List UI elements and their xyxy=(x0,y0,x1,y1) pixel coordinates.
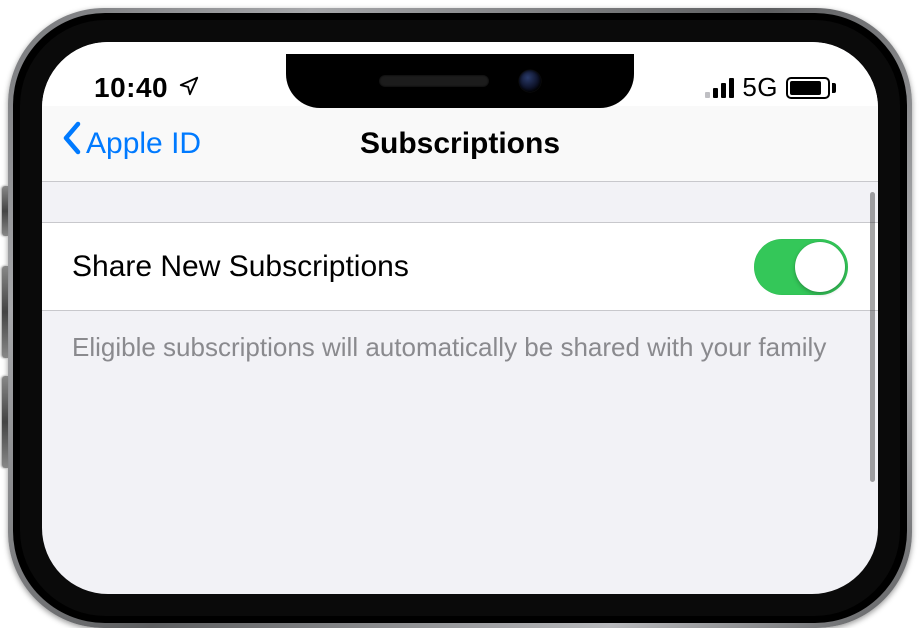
navigation-bar: Apple ID Subscriptions xyxy=(42,106,878,182)
device-frame-outer: 10:40 5G xyxy=(8,8,912,628)
network-type-label: 5G xyxy=(742,72,778,103)
device-frame-mid: 10:40 5G xyxy=(13,13,907,623)
location-icon xyxy=(178,72,200,104)
page-title: Subscriptions xyxy=(360,127,560,161)
earpiece-speaker xyxy=(379,75,489,87)
front-camera xyxy=(519,70,541,92)
toggle-knob xyxy=(795,242,845,292)
volume-up-button[interactable] xyxy=(2,266,8,358)
volume-down-button[interactable] xyxy=(2,376,8,468)
scroll-indicator[interactable] xyxy=(870,192,875,482)
share-new-subscriptions-row: Share New Subscriptions xyxy=(42,223,878,311)
chevron-left-icon xyxy=(60,120,84,163)
status-time: 10:40 xyxy=(94,72,168,104)
cellular-signal-icon xyxy=(705,78,734,98)
share-new-subscriptions-toggle[interactable] xyxy=(754,239,848,295)
share-new-subscriptions-label: Share New Subscriptions xyxy=(72,250,409,284)
device-notch xyxy=(286,54,634,108)
device-frame-inner: 10:40 5G xyxy=(20,20,900,616)
section-spacer xyxy=(42,181,878,223)
battery-icon xyxy=(786,77,836,99)
back-label: Apple ID xyxy=(86,127,201,161)
screen: 10:40 5G xyxy=(42,42,878,594)
mute-switch[interactable] xyxy=(2,186,8,236)
section-footer-text: Eligible subscriptions will automaticall… xyxy=(42,311,878,367)
back-button[interactable]: Apple ID xyxy=(60,124,201,163)
